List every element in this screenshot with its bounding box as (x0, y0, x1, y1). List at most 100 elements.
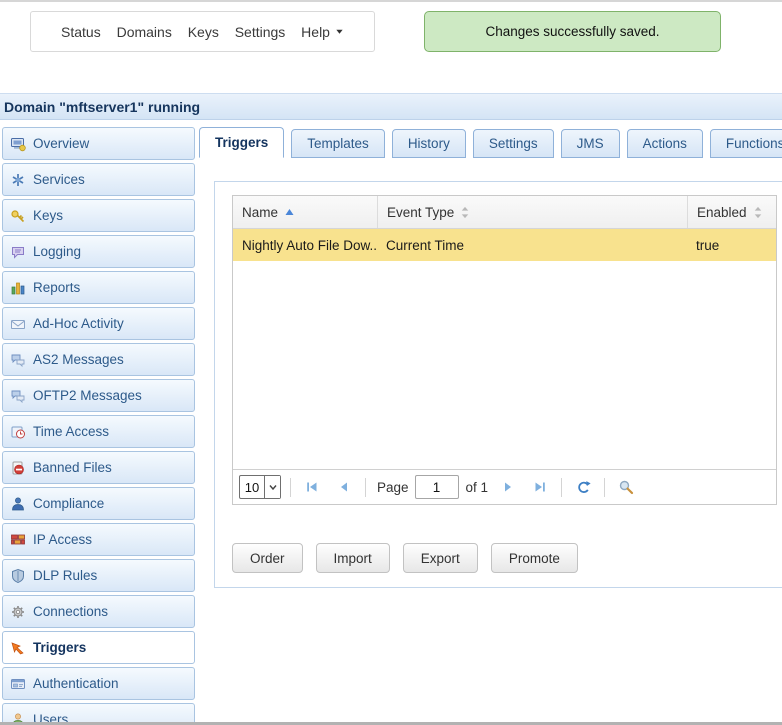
tab-templates[interactable]: Templates (291, 129, 385, 158)
adhoc-activity-icon (10, 316, 26, 332)
tab-label: Triggers (215, 135, 268, 150)
menu-item-status[interactable]: Status (61, 24, 101, 40)
menu-item-domains[interactable]: Domains (117, 24, 172, 40)
sort-both-icon (460, 206, 470, 219)
sidebar-item-keys[interactable]: Keys (2, 199, 195, 232)
tab-settings[interactable]: Settings (473, 129, 554, 158)
top-menu-bar: Status Domains Keys Settings Help (30, 11, 375, 52)
page-size-value: 10 (240, 476, 264, 498)
banned-files-icon (10, 460, 26, 476)
sidebar-item-label: Banned Files (33, 460, 112, 475)
oftp2-messages-icon (10, 388, 26, 404)
sidebar-item-adhoc-activity[interactable]: Ad-Hoc Activity (2, 307, 195, 340)
sidebar-item-label: Triggers (33, 640, 86, 655)
sort-both-icon (753, 206, 763, 219)
sidebar-item-banned-files[interactable]: Banned Files (2, 451, 195, 484)
cell-name: Nightly Auto File Dow... (233, 229, 377, 261)
keys-icon (10, 208, 26, 224)
search-icon (618, 479, 634, 495)
first-page-icon (305, 480, 319, 494)
tab-label: Templates (307, 136, 369, 151)
grid-empty-area (233, 261, 776, 469)
menu-item-label: Domains (117, 24, 172, 40)
sidebar-item-label: Overview (33, 136, 89, 151)
first-page-button[interactable] (300, 475, 324, 499)
divider (604, 478, 605, 497)
caret-down-icon (335, 27, 344, 36)
column-header-event-type[interactable]: Event Type (377, 196, 687, 228)
divider (561, 478, 562, 497)
last-page-button[interactable] (528, 475, 552, 499)
column-header-enabled[interactable]: Enabled (687, 196, 776, 228)
tab-jms[interactable]: JMS (561, 129, 620, 158)
success-alert: Changes successfully saved. (424, 11, 721, 52)
services-icon (10, 172, 26, 188)
column-header-name[interactable]: Name (233, 196, 377, 228)
sidebar-item-dlp-rules[interactable]: DLP Rules (2, 559, 195, 592)
menu-item-label: Keys (188, 24, 219, 40)
tab-label: Functions (726, 136, 782, 151)
reports-icon (10, 280, 26, 296)
sidebar-item-oftp2-messages[interactable]: OFTP2 Messages (2, 379, 195, 412)
sidebar-item-logging[interactable]: Logging (2, 235, 195, 268)
divider (290, 478, 291, 497)
export-button[interactable]: Export (403, 543, 478, 573)
sidebar-item-triggers[interactable]: Triggers (2, 631, 195, 664)
cell-event-type: Current Time (377, 229, 687, 261)
sidebar-item-compliance[interactable]: Compliance (2, 487, 195, 520)
grid-toolbar: Order Import Export Promote (232, 543, 578, 573)
column-header-label: Event Type (387, 205, 454, 220)
sidebar-item-label: Logging (33, 244, 81, 259)
order-button[interactable]: Order (232, 543, 303, 573)
sidebar-item-time-access[interactable]: Time Access (2, 415, 195, 448)
page-count-label: of 1 (466, 480, 489, 495)
import-button[interactable]: Import (316, 543, 390, 573)
sidebar-item-label: OFTP2 Messages (33, 388, 142, 403)
sidebar-item-label: Connections (33, 604, 108, 619)
logging-icon (10, 244, 26, 260)
sidebar-item-authentication[interactable]: Authentication (2, 667, 195, 700)
next-page-icon (501, 480, 515, 494)
triggers-icon (10, 640, 26, 656)
sidebar-item-as2-messages[interactable]: AS2 Messages (2, 343, 195, 376)
tab-label: History (408, 136, 450, 151)
sidebar-item-label: Time Access (33, 424, 109, 439)
menu-item-label: Status (61, 24, 101, 40)
column-header-label: Enabled (697, 205, 747, 220)
connections-icon (10, 604, 26, 620)
sidebar-item-label: Reports (33, 280, 80, 295)
tab-history[interactable]: History (392, 129, 466, 158)
sidebar-item-services[interactable]: Services (2, 163, 195, 196)
dlp-rules-icon (10, 568, 26, 584)
tab-label: Settings (489, 136, 538, 151)
window-top-edge (0, 0, 782, 2)
refresh-button[interactable] (571, 475, 595, 499)
sort-asc-icon (284, 208, 295, 216)
tab-triggers[interactable]: Triggers (199, 127, 284, 158)
tab-functions[interactable]: Functions (710, 129, 782, 158)
page-number-input[interactable] (415, 475, 459, 499)
menu-item-settings[interactable]: Settings (235, 24, 286, 40)
menu-item-keys[interactable]: Keys (188, 24, 219, 40)
sidebar-item-reports[interactable]: Reports (2, 271, 195, 304)
sidebar-item-label: DLP Rules (33, 568, 97, 583)
search-button[interactable] (614, 475, 638, 499)
compliance-icon (10, 496, 26, 512)
next-page-button[interactable] (496, 475, 520, 499)
sidebar-item-overview[interactable]: Overview (2, 127, 195, 160)
time-access-icon (10, 424, 26, 440)
tab-actions[interactable]: Actions (627, 129, 703, 158)
tab-label: JMS (577, 136, 604, 151)
domain-status-bar: Domain "mftserver1" running (0, 93, 782, 120)
sidebar-item-connections[interactable]: Connections (2, 595, 195, 628)
prev-page-button[interactable] (332, 475, 356, 499)
menu-item-help[interactable]: Help (301, 24, 344, 40)
sidebar-item-label: Ad-Hoc Activity (33, 316, 124, 331)
tab-label: Actions (643, 136, 687, 151)
sidebar-item-ip-access[interactable]: IP Access (2, 523, 195, 556)
table-row[interactable]: Nightly Auto File Dow... Current Time tr… (233, 229, 776, 261)
grid-header: Name Event Type Enabled (233, 196, 776, 229)
promote-button[interactable]: Promote (491, 543, 578, 573)
page-size-select[interactable]: 10 (239, 475, 281, 499)
sidebar-item-label: Compliance (33, 496, 104, 511)
